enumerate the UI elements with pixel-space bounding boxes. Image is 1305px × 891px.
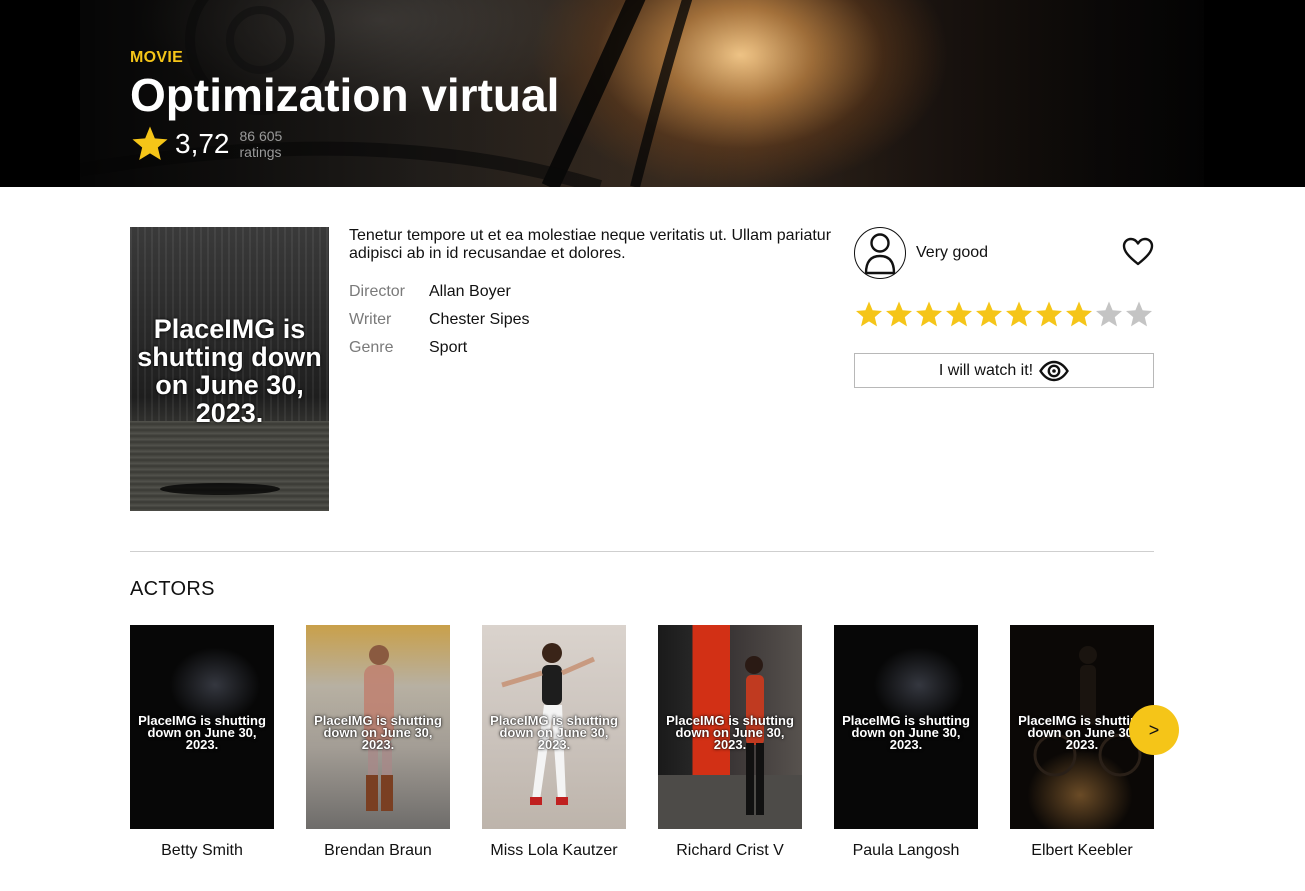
star-icon[interactable] xyxy=(1004,299,1034,331)
actor-card[interactable]: PlaceIMG is shutting down on June 30, 20… xyxy=(834,625,978,860)
eye-icon xyxy=(1039,360,1070,381)
detail-value: Chester Sipes xyxy=(429,311,530,328)
average-rating: 3,72 86 605 ratings xyxy=(130,124,559,164)
star-rating-input[interactable] xyxy=(854,299,1154,331)
actor-photo: PlaceIMG is shutting down on June 30, 20… xyxy=(834,625,978,829)
actor-photo-placeholder-text: PlaceIMG is shutting down on June 30, 20… xyxy=(138,713,266,752)
average-rating-value: 3,72 xyxy=(175,128,230,159)
heart-icon[interactable] xyxy=(1122,237,1154,267)
watchlist-button-label: I will watch it! xyxy=(938,361,1034,379)
actor-card[interactable]: PlaceIMG is shutting down on June 30, 20… xyxy=(658,625,802,860)
user-rating-panel: Very good I will watch it! xyxy=(854,227,1154,388)
page-title: Optimization virtual xyxy=(130,69,560,121)
star-icon xyxy=(132,126,168,160)
avatar xyxy=(854,227,906,279)
actor-card[interactable]: PlaceIMG is shutting down on June 30, 20… xyxy=(306,625,450,860)
actor-photo: PlaceIMG is shutting down on June 30, 20… xyxy=(482,625,626,829)
movie-description: Tenetur tempore ut et ea molestiae neque… xyxy=(349,227,832,262)
detail-key: Genre xyxy=(349,339,394,356)
actor-name: Brendan Braun xyxy=(324,842,432,859)
poster-placeholder-text: PlaceIMG is shutting down on June 30, 20… xyxy=(137,314,322,428)
actor-name: Elbert Keebler xyxy=(1031,842,1133,859)
actor-card[interactable]: PlaceIMG is shutting down on June 30, 20… xyxy=(130,625,274,860)
actor-name: Miss Lola Kautzer xyxy=(490,842,618,859)
actor-name: Richard Crist V xyxy=(676,842,784,859)
detail-key: Writer xyxy=(349,311,392,328)
detail-row-writer: Writer Chester Sipes xyxy=(349,311,839,329)
detail-row-genre: Genre Sport xyxy=(349,339,839,357)
star-icon[interactable] xyxy=(1064,299,1094,331)
ratings-count-value: 86 605 xyxy=(239,128,283,144)
actor-photo-placeholder-text: PlaceIMG is shutting down on June 30, 20… xyxy=(666,713,794,752)
movie-poster: PlaceIMG is shutting down on June 30, 20… xyxy=(130,227,329,511)
actor-card[interactable]: PlaceIMG is shutting down on June 30, 20… xyxy=(482,625,626,860)
actor-photo-placeholder-text: PlaceIMG is shutting down on June 30, 20… xyxy=(842,713,970,752)
star-icon[interactable] xyxy=(854,299,884,331)
actor-photo: PlaceIMG is shutting down on June 30, 20… xyxy=(658,625,802,829)
section-divider xyxy=(130,551,1154,552)
actor-name: Betty Smith xyxy=(161,842,243,859)
detail-row-director: Director Allan Boyer xyxy=(349,283,839,301)
carousel-next-button[interactable]: > xyxy=(1129,705,1179,755)
actors-heading: ACTORS xyxy=(130,578,215,600)
movie-hero: MOVIE Optimization virtual 3,72 86 605 r… xyxy=(0,0,1305,187)
ratings-count-label: ratings xyxy=(239,144,282,160)
user-row: Very good xyxy=(854,227,1154,279)
actor-photo: PlaceIMG is shutting down on June 30, 20… xyxy=(130,625,274,829)
content-type-label: MOVIE xyxy=(130,49,184,66)
actor-photo: PlaceIMG is shutting down on June 30, 20… xyxy=(306,625,450,829)
detail-value: Allan Boyer xyxy=(429,283,511,300)
star-icon[interactable] xyxy=(1034,299,1064,331)
star-icon[interactable] xyxy=(944,299,974,331)
watchlist-button[interactable]: I will watch it! xyxy=(854,353,1154,388)
movie-details: Director Allan Boyer Writer Chester Sipe… xyxy=(349,283,839,357)
detail-value: Sport xyxy=(429,339,468,356)
star-icon[interactable] xyxy=(914,299,944,331)
ratings-count: 86 605 ratings xyxy=(240,128,283,160)
actor-photo-placeholder-text: PlaceIMG is shutting down on June 30, 20… xyxy=(314,713,442,752)
star-icon[interactable] xyxy=(1094,299,1124,331)
hero-content: MOVIE Optimization virtual 3,72 86 605 r… xyxy=(130,48,559,164)
detail-key: Director xyxy=(349,283,406,300)
actor-photo-placeholder-text: PlaceIMG is shutting down on June 30, 20… xyxy=(490,713,618,752)
actor-name: Paula Langosh xyxy=(852,842,960,859)
user-rating-label: Very good xyxy=(916,244,989,261)
movie-info: Tenetur tempore ut et ea molestiae neque… xyxy=(349,227,839,367)
star-icon[interactable] xyxy=(974,299,1004,331)
star-icon[interactable] xyxy=(1124,299,1154,331)
user-icon xyxy=(864,233,896,275)
actors-carousel: PlaceIMG is shutting down on June 30, 20… xyxy=(130,625,1154,891)
star-icon[interactable] xyxy=(884,299,914,331)
